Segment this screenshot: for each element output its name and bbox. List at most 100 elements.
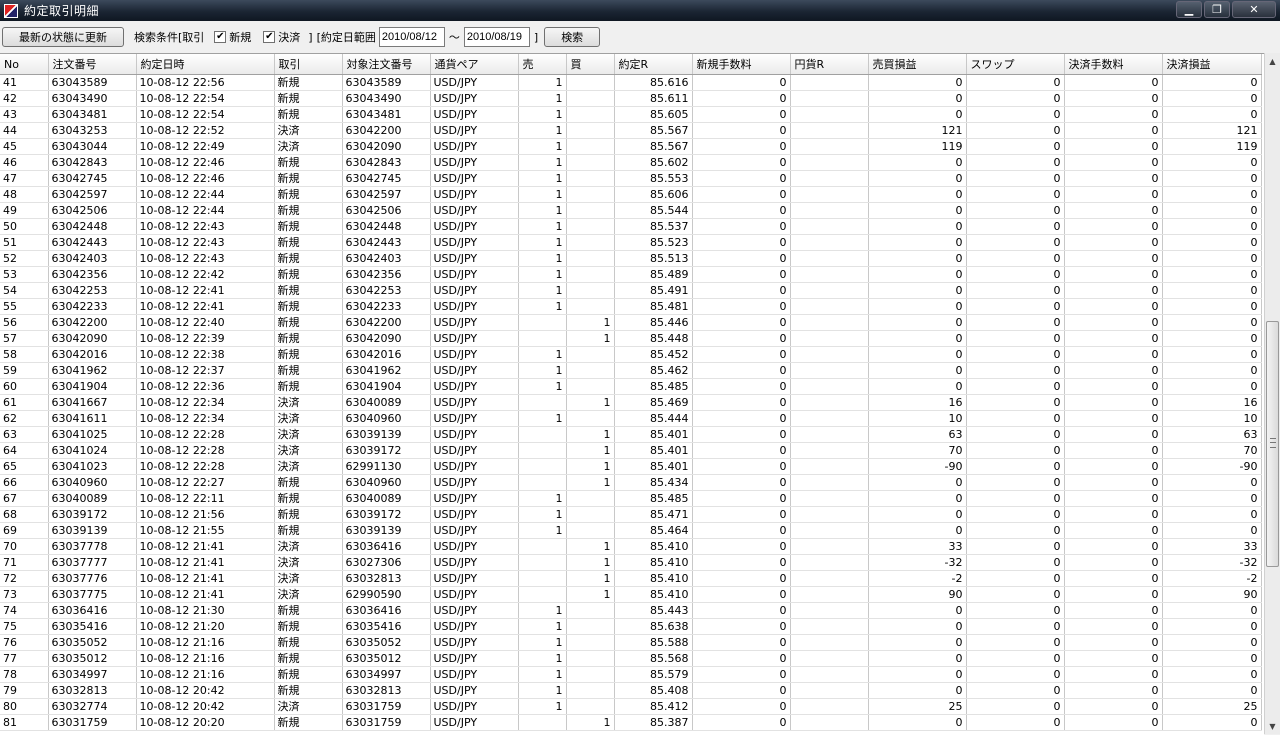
column-header[interactable]: 対象注文番号 [342, 54, 431, 75]
table-row[interactable]: 56 63042200 10-08-12 22:40 新規 63042200 USD/JP… [0, 314, 1262, 331]
table-row[interactable]: 46 63042843 10-08-12 22:46 新規 63042843 USD/JP… [0, 154, 1262, 171]
close-icon[interactable]: ✕ [1232, 1, 1276, 18]
table-cell: 新規 [274, 650, 343, 667]
column-header[interactable]: 約定日時 [136, 54, 275, 75]
column-header[interactable]: 通貨ペア [430, 54, 519, 75]
column-header[interactable]: スワップ [966, 54, 1065, 75]
table-cell [566, 650, 615, 667]
column-header[interactable]: 新規手数料 [692, 54, 791, 75]
new-checkbox[interactable]: ✔ 新規 [214, 29, 251, 45]
table-row[interactable]: 67 63040089 10-08-12 22:11 新規 63040089 USD/JP… [0, 490, 1262, 507]
table-row[interactable]: 79 63032813 10-08-12 20:42 新規 63032813 USD/JP… [0, 682, 1262, 699]
table-cell [790, 570, 869, 587]
scroll-down-icon[interactable]: ▼ [1265, 718, 1280, 734]
table-row[interactable]: 43 63043481 10-08-12 22:54 新規 63043481 USD/JP… [0, 106, 1262, 123]
table-row[interactable]: 64 63041024 10-08-12 22:28 決済 63039172 USD/JP… [0, 442, 1262, 459]
table-cell: 0 [868, 186, 967, 203]
refresh-button[interactable]: 最新の状態に更新 [2, 27, 124, 47]
table-row[interactable]: 68 63039172 10-08-12 21:56 新規 63039172 USD/JP… [0, 506, 1262, 523]
table-row[interactable]: 73 63037775 10-08-12 21:41 決済 62990590 USD/JP… [0, 586, 1262, 603]
table-cell: 63041611 [48, 410, 137, 427]
table-row[interactable]: 49 63042506 10-08-12 22:44 新規 63042506 USD/JP… [0, 202, 1262, 219]
date-to-input[interactable] [463, 27, 530, 47]
table-row[interactable]: 50 63042448 10-08-12 22:43 新規 63042448 USD/JP… [0, 218, 1262, 235]
table-row[interactable]: 44 63043253 10-08-12 22:52 決済 63042200 USD/JP… [0, 122, 1262, 139]
settle-checkbox[interactable]: ✔ 決済 [263, 29, 300, 45]
column-header[interactable]: 決済手数料 [1064, 54, 1163, 75]
column-header[interactable]: 円貨R [790, 54, 869, 75]
table-cell [790, 394, 869, 411]
table-row[interactable]: 80 63032774 10-08-12 20:42 決済 63031759 USD/JP… [0, 698, 1262, 715]
column-header[interactable]: 買 [566, 54, 615, 75]
table-cell: 0 [1162, 266, 1262, 283]
table-cell: 63042843 [48, 154, 137, 171]
table-cell: 63042233 [48, 298, 137, 315]
table-cell: 決済 [274, 394, 343, 411]
vertical-scrollbar[interactable]: ▲ ▼ [1264, 53, 1280, 734]
table-cell: USD/JPY [430, 282, 519, 299]
table-row[interactable]: 47 63042745 10-08-12 22:46 新規 63042745 USD/JP… [0, 170, 1262, 187]
restore-icon[interactable]: ❐ [1204, 1, 1230, 18]
table-row[interactable]: 76 63035052 10-08-12 21:16 新規 63035052 USD/JP… [0, 634, 1262, 651]
column-header[interactable]: No [0, 54, 49, 75]
table-row[interactable]: 66 63040960 10-08-12 22:27 新規 63040960 USD/JP… [0, 474, 1262, 491]
table-row[interactable]: 57 63042090 10-08-12 22:39 新規 63042090 USD/JP… [0, 330, 1262, 347]
table-cell [518, 330, 567, 347]
table-row[interactable]: 58 63042016 10-08-12 22:38 新規 63042016 USD/JP… [0, 346, 1262, 363]
minimize-icon[interactable]: ▁ [1176, 1, 1202, 18]
table-row[interactable]: 51 63042443 10-08-12 22:43 新規 63042443 USD/JP… [0, 234, 1262, 251]
checkbox-check-icon[interactable]: ✔ [214, 31, 227, 43]
scroll-up-icon[interactable]: ▲ [1265, 53, 1280, 69]
scroll-thumb[interactable] [1266, 321, 1279, 567]
table-row[interactable]: 71 63037777 10-08-12 21:41 決済 63027306 USD/JP… [0, 554, 1262, 571]
table-row[interactable]: 65 63041023 10-08-12 22:28 決済 62991130 USD/JP… [0, 458, 1262, 475]
table-row[interactable]: 81 63031759 10-08-12 20:20 新規 63031759 USD/JP… [0, 714, 1262, 731]
table-cell: 42 [0, 90, 49, 107]
table-row[interactable]: 62 63041611 10-08-12 22:34 決済 63040960 USD/JP… [0, 410, 1262, 427]
table-row[interactable]: 55 63042233 10-08-12 22:41 新規 63042233 USD/JP… [0, 298, 1262, 315]
column-header[interactable]: 取引 [274, 54, 343, 75]
table-row[interactable]: 48 63042597 10-08-12 22:44 新規 63042597 USD/JP… [0, 186, 1262, 203]
table-row[interactable]: 77 63035012 10-08-12 21:16 新規 63035012 USD/JP… [0, 650, 1262, 667]
table-cell: 0 [966, 186, 1065, 203]
table-cell: 1 [566, 458, 615, 475]
table-row[interactable]: 74 63036416 10-08-12 21:30 新規 63036416 USD/JP… [0, 602, 1262, 619]
table-row[interactable]: 52 63042403 10-08-12 22:43 新規 63042403 USD/JP… [0, 250, 1262, 267]
table-cell: USD/JPY [430, 522, 519, 539]
checkbox-check-icon[interactable]: ✔ [263, 31, 276, 43]
table-cell: 63043044 [48, 138, 137, 155]
table-row[interactable]: 72 63037776 10-08-12 21:41 決済 63032813 USD/JP… [0, 570, 1262, 587]
table-cell: 0 [692, 698, 791, 715]
table-row[interactable]: 42 63043490 10-08-12 22:54 新規 63043490 USD/JP… [0, 90, 1262, 107]
table-cell: 0 [692, 106, 791, 123]
table-row[interactable]: 61 63041667 10-08-12 22:34 決済 63040089 USD/JP… [0, 394, 1262, 411]
table-cell: 63037778 [48, 538, 137, 555]
table-cell: 85.401 [614, 442, 693, 459]
table-cell: 0 [868, 474, 967, 491]
table-row[interactable]: 41 63043589 10-08-12 22:56 新規 63043589 USD/JP… [0, 74, 1262, 91]
table-row[interactable]: 75 63035416 10-08-12 21:20 新規 63035416 USD/JP… [0, 618, 1262, 635]
table-row[interactable]: 45 63043044 10-08-12 22:49 決済 63042090 USD/JP… [0, 138, 1262, 155]
table-cell: 85.616 [614, 74, 693, 91]
table-row[interactable]: 54 63042253 10-08-12 22:41 新規 63042253 USD/JP… [0, 282, 1262, 299]
column-header[interactable]: 約定R [614, 54, 693, 75]
table-row[interactable]: 63 63041025 10-08-12 22:28 決済 63039139 USD/JP… [0, 426, 1262, 443]
table-row[interactable]: 53 63042356 10-08-12 22:42 新規 63042356 USD/JP… [0, 266, 1262, 283]
column-header[interactable]: 売買損益 [868, 54, 967, 75]
date-from-input[interactable] [378, 27, 445, 47]
table-row[interactable]: 69 63039139 10-08-12 21:55 新規 63039139 USD/JP… [0, 522, 1262, 539]
column-header[interactable]: 決済損益 [1162, 54, 1262, 75]
table-cell [566, 122, 615, 139]
table-row[interactable]: 78 63034997 10-08-12 21:16 新規 63034997 USD/JP… [0, 666, 1262, 683]
column-header[interactable]: 売 [518, 54, 567, 75]
column-header[interactable]: 注文番号 [48, 54, 137, 75]
trade-detail-grid[interactable]: No 注文番号 約定日時 取引 対象注文番号 通貨ペア売買約定R 新規手数料 円貨R 売買損益ス… [0, 53, 1264, 735]
table-cell [566, 666, 615, 683]
search-button[interactable]: 検索 [544, 27, 601, 47]
table-row[interactable]: 60 63041904 10-08-12 22:36 新規 63041904 USD/JP… [0, 378, 1262, 395]
window-controls: ▁ ❐ ✕ [1174, 1, 1276, 18]
table-cell: 25 [868, 698, 967, 715]
table-row[interactable]: 59 63041962 10-08-12 22:37 新規 63041962 USD/JP… [0, 362, 1262, 379]
table-row[interactable]: 70 63037778 10-08-12 21:41 決済 63036416 USD/JP… [0, 538, 1262, 555]
table-cell: 0 [966, 714, 1065, 731]
